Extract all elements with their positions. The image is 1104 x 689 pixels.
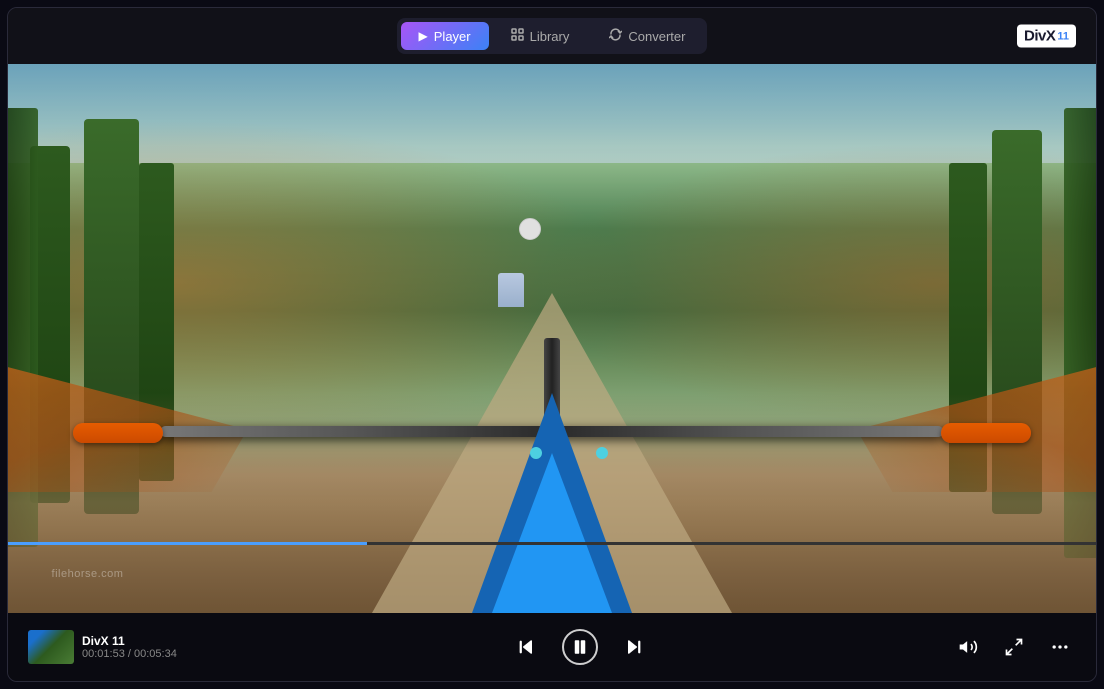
video-scene: filehorse.com xyxy=(8,64,1096,613)
progress-bar-container[interactable] xyxy=(8,542,1096,545)
fullscreen-icon xyxy=(1004,637,1024,657)
pause-button[interactable] xyxy=(562,629,598,665)
tab-library[interactable]: Library xyxy=(493,22,588,50)
tab-player-label: Player xyxy=(434,29,471,44)
grip-right xyxy=(941,423,1031,443)
center-controls xyxy=(220,629,940,665)
video-canvas: filehorse.com xyxy=(8,64,1096,613)
watermark: filehorse.com xyxy=(52,568,124,580)
rider-body xyxy=(498,273,524,307)
converter-tab-icon xyxy=(609,28,622,44)
track-thumbnail xyxy=(28,630,74,664)
track-time: 00:01:53 / 00:05:34 xyxy=(82,648,177,660)
more-icon xyxy=(1050,637,1070,657)
tab-converter-label: Converter xyxy=(628,29,685,44)
tab-converter[interactable]: Converter xyxy=(591,22,703,50)
volume-icon xyxy=(958,637,978,657)
skip-forward-icon xyxy=(625,638,643,656)
skip-back-button[interactable] xyxy=(510,631,542,663)
player-tab-icon: ▶ xyxy=(419,29,428,43)
skip-back-icon xyxy=(517,638,535,656)
more-options-button[interactable] xyxy=(1044,631,1076,663)
divx-logo: DivX 11 xyxy=(1017,25,1076,48)
fullscreen-button[interactable] xyxy=(998,631,1030,663)
controls-bar: DivX 11 00:01:53 / 00:05:34 xyxy=(8,613,1096,681)
title-bar: ▶ Player Library xyxy=(8,8,1096,64)
thumb-inner xyxy=(28,630,74,664)
app-window: ▶ Player Library xyxy=(7,7,1097,682)
thumbnail-area: DivX 11 00:01:53 / 00:05:34 xyxy=(28,630,208,664)
grip-left xyxy=(73,423,163,443)
track-title: DivX 11 xyxy=(82,634,177,648)
video-area[interactable]: filehorse.com xyxy=(8,64,1096,613)
nav-tabs: ▶ Player Library xyxy=(397,18,708,54)
bike-light-right xyxy=(596,447,608,459)
pause-icon xyxy=(571,638,589,656)
logo-area: DivX 11 xyxy=(1017,25,1076,48)
skip-forward-button[interactable] xyxy=(618,631,650,663)
tab-library-label: Library xyxy=(530,29,570,44)
progress-fill xyxy=(8,542,367,545)
library-tab-icon xyxy=(511,28,524,44)
bike-frame-inner xyxy=(492,453,612,613)
right-controls xyxy=(952,631,1076,663)
logo-number: 11 xyxy=(1057,30,1069,42)
logo-divx-text: DivX xyxy=(1024,28,1055,45)
track-info: DivX 11 00:01:53 / 00:05:34 xyxy=(82,634,177,660)
rider-head xyxy=(519,218,541,240)
tab-player[interactable]: ▶ Player xyxy=(401,22,489,50)
volume-button[interactable] xyxy=(952,631,984,663)
